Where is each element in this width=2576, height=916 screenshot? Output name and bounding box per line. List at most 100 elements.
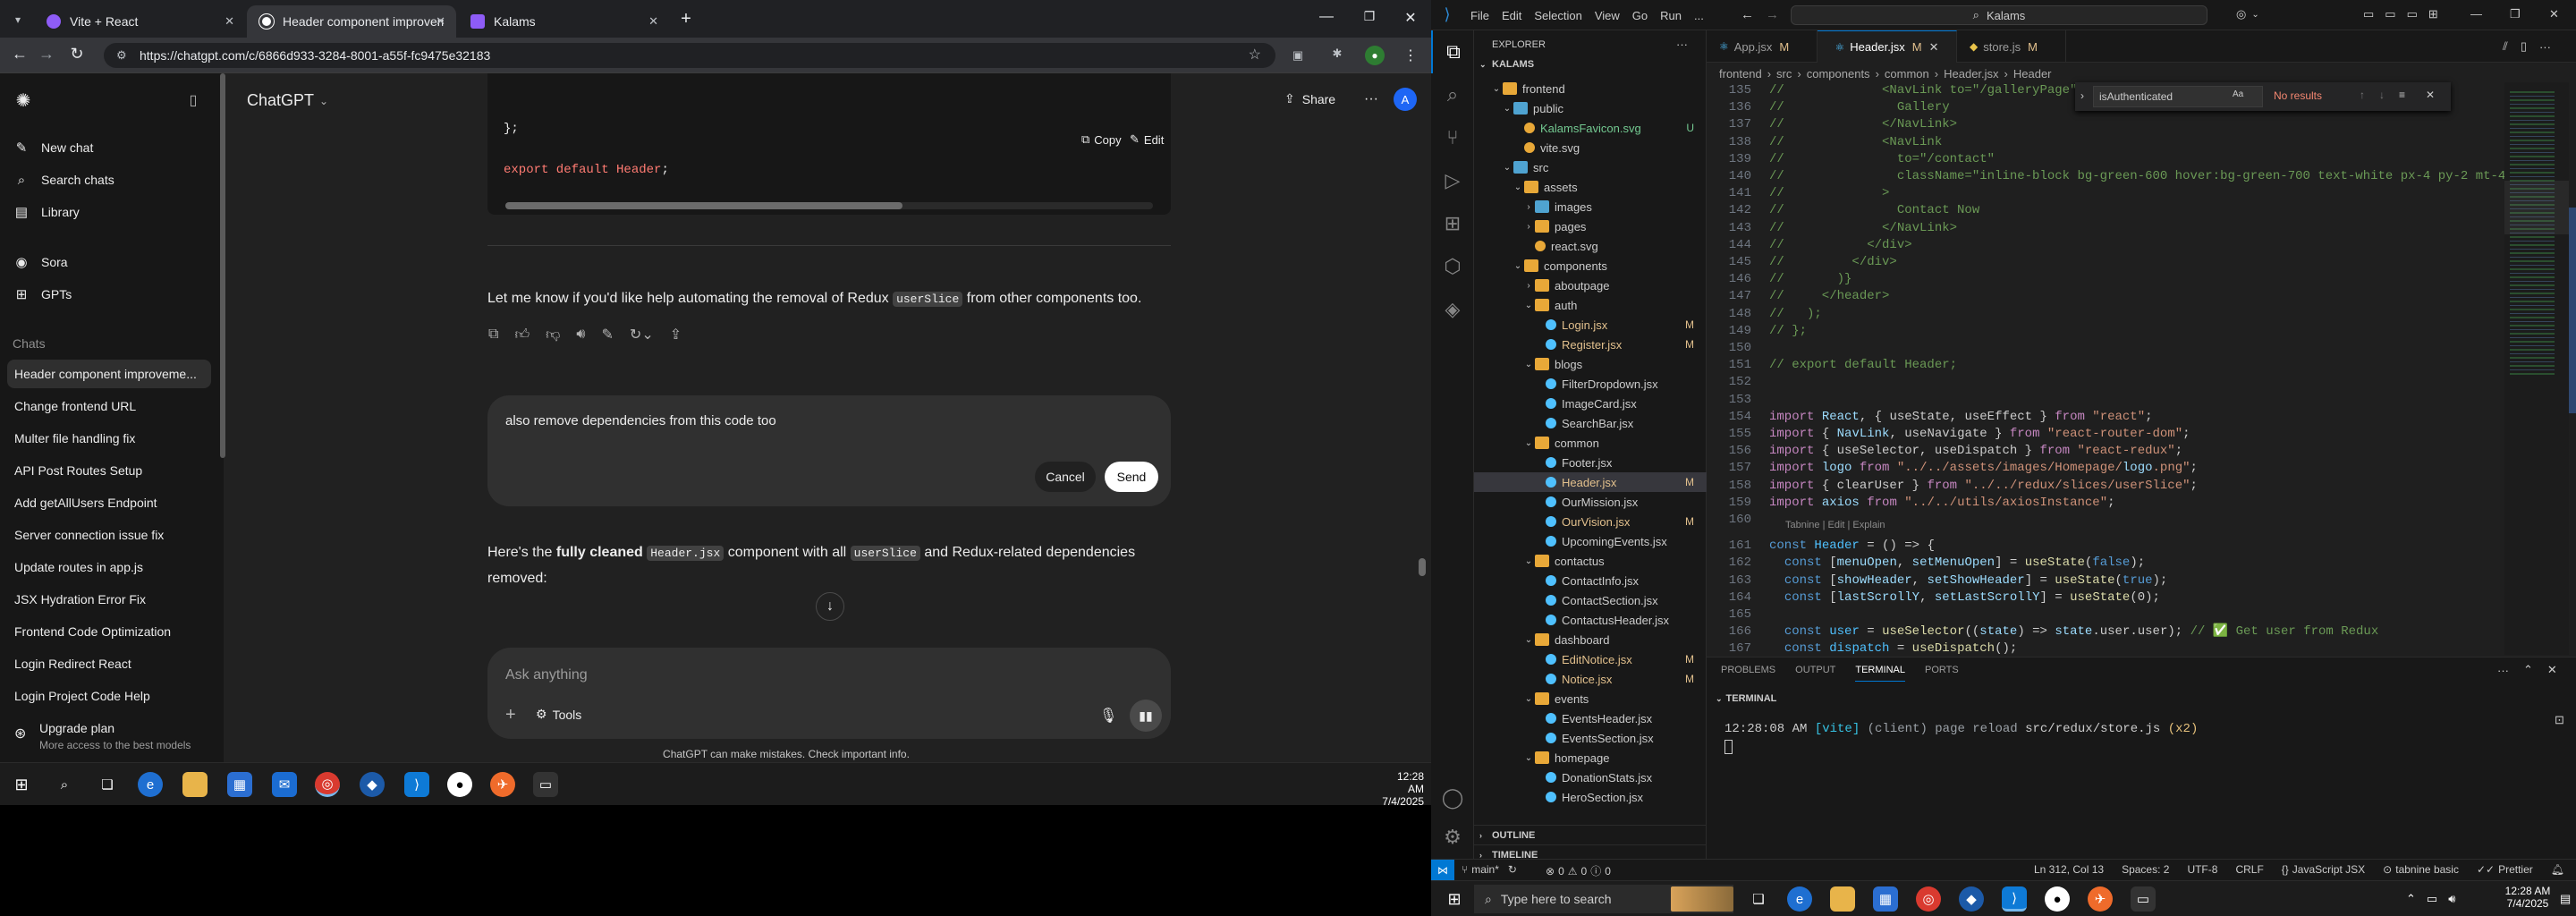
tree-file[interactable]: Login.jsx M <box>1474 315 1707 335</box>
tree-file[interactable]: EventsHeader.jsx <box>1474 708 1707 728</box>
tree-folder[interactable]: › images <box>1474 197 1707 216</box>
layout-custom-icon[interactable]: ⊞ <box>2428 7 2438 21</box>
nav-back-icon[interactable]: ← <box>1741 7 1754 22</box>
chat-history-item[interactable]: Login Redirect React <box>7 649 211 678</box>
more-options-icon[interactable]: ··· <box>1361 91 1381 107</box>
voice-mode-button[interactable]: ▮▮ <box>1130 700 1162 732</box>
tree-folder[interactable]: ⌄ common <box>1474 433 1707 453</box>
chat-history-item[interactable]: Multer file handling fix <box>7 424 211 453</box>
sora-button[interactable]: ◉ Sora <box>13 249 67 276</box>
close-panel-icon[interactable]: ✕ <box>2547 663 2557 677</box>
edit-in-canvas-icon[interactable]: ✎ <box>602 326 614 344</box>
clock-right[interactable]: 12:28 AM 7/4/2025 <box>2501 885 2555 910</box>
tab-vite-react[interactable]: Vite + React ✕ <box>34 5 245 38</box>
thumbs-down-icon[interactable]: 👎︎ <box>546 327 560 344</box>
tree-folder[interactable]: ⌄ homepage <box>1474 748 1707 768</box>
menu-item[interactable]: View <box>1595 9 1620 22</box>
regenerate-icon[interactable]: ↻⌄ <box>630 326 654 344</box>
tree-file[interactable]: OurVision.jsx M <box>1474 512 1707 531</box>
close-tab-icon[interactable]: ✕ <box>648 14 658 29</box>
maximize-panel-icon[interactable]: ⌃ <box>2523 663 2533 677</box>
sidebar-scrollbar[interactable] <box>220 73 225 458</box>
breadcrumb-item[interactable]: frontend <box>1719 67 1762 81</box>
source-control-icon[interactable]: ⑂ <box>1431 116 1474 159</box>
chat-history-item[interactable]: Login Project Code Help <box>7 682 211 710</box>
vpn-icon[interactable]: ◆ <box>1959 886 1984 912</box>
puzzle-icon[interactable]: ✱ <box>1327 47 1347 61</box>
terminal-icon[interactable]: ▭ <box>2131 886 2156 912</box>
close-sidebar-icon[interactable]: ▯ <box>182 89 204 111</box>
tree-file[interactable]: HeroSection.jsx <box>1474 787 1707 807</box>
chat-history-item[interactable]: Add getAllUsers Endpoint <box>7 488 211 517</box>
tabnine-status[interactable]: ⊙ tabnine basic <box>2383 863 2459 876</box>
previous-match-icon[interactable]: ↑ <box>2360 89 2365 101</box>
mongodb-icon[interactable]: ◈ <box>1431 288 1474 331</box>
cancel-button[interactable]: Cancel <box>1035 462 1096 492</box>
library-button[interactable]: ▤ Library <box>13 199 80 225</box>
tabnine-codelens[interactable]: Tabnine | Edit | Explain <box>1785 520 1885 530</box>
github-icon[interactable]: ● <box>2045 886 2070 912</box>
read-aloud-icon[interactable]: 🔊︎ <box>576 327 585 343</box>
send-button[interactable]: Send <box>1105 462 1158 492</box>
task-view-icon[interactable]: ❏ <box>95 772 120 797</box>
postman-icon[interactable]: ✈ <box>2088 886 2113 912</box>
copy-icon[interactable]: ⧉ <box>488 327 498 343</box>
find-in-selection-icon[interactable]: ≡ <box>2399 89 2405 101</box>
breadcrumb-item[interactable]: components <box>1807 67 1870 81</box>
language-mode[interactable]: {} JavaScript JSX <box>2282 863 2365 876</box>
chevron-right-icon[interactable]: › <box>2080 89 2084 102</box>
more-actions-icon[interactable]: ··· <box>2497 664 2509 677</box>
vscode-taskbar-icon[interactable]: ⟩ <box>2002 886 2027 912</box>
terminal-shell-icon[interactable]: ⊡ <box>2555 713 2564 727</box>
tree-file[interactable]: OurMission.jsx <box>1474 492 1707 512</box>
model-selector[interactable]: ChatGPT ⌄ <box>247 91 328 110</box>
tree-folder[interactable]: ⌄ auth <box>1474 295 1707 315</box>
tree-file[interactable]: ImageCard.jsx <box>1474 394 1707 413</box>
tab-search-icon[interactable]: ▾ <box>9 11 27 29</box>
layout-sidebar-icon[interactable]: ▭ <box>2363 7 2374 21</box>
restore-icon[interactable]: ❐ <box>2510 7 2521 21</box>
line-endings[interactable]: CRLF <box>2235 863 2263 876</box>
workspace-root[interactable]: ⌄ KALAMS <box>1479 59 1534 70</box>
address-bar[interactable]: ⚙ https://chatgpt.com/c/6866d933-3284-80… <box>104 43 1275 68</box>
maximize-icon[interactable]: ❐ <box>1360 9 1379 24</box>
edit-code-button[interactable]: ✎ Edit <box>1130 132 1164 147</box>
tree-file[interactable]: vite.svg <box>1474 138 1707 157</box>
tree-folder[interactable]: ⌄ dashboard <box>1474 630 1707 649</box>
copy-button[interactable]: ⧉ Copy <box>1081 132 1122 147</box>
explorer-icon[interactable]: ⧉ <box>1431 30 1474 73</box>
menu-item[interactable]: Selection <box>1534 9 1581 22</box>
windows-start-icon[interactable]: ⊞ <box>9 772 34 797</box>
menu-item[interactable]: ... <box>1694 9 1704 22</box>
command-center[interactable]: ⌕ Kalams <box>1791 5 2207 25</box>
openai-logo-icon[interactable]: ✺ <box>13 89 34 111</box>
panel-tab[interactable]: TERMINAL <box>1855 659 1905 682</box>
chat-history-item[interactable]: Frontend Code Optimization <box>7 617 211 646</box>
vscode-taskbar-icon[interactable]: ⟩ <box>404 772 429 797</box>
settings-gear-icon[interactable]: ⚙ <box>1431 816 1474 859</box>
outline-section[interactable]: › OUTLINE <box>1474 825 1707 844</box>
nav-forward-icon[interactable]: → <box>1766 7 1779 22</box>
scroll-down-icon[interactable]: ↓ <box>816 592 844 621</box>
editor-tab-active[interactable]: ⚛ Header.jsx M ✕ <box>1818 30 1957 63</box>
share-button[interactable]: ⇪ Share <box>1284 91 1335 106</box>
tree-file[interactable]: Register.jsx M <box>1474 335 1707 354</box>
panel-tab[interactable]: OUTPUT <box>1795 659 1835 681</box>
terminal-output[interactable]: 12:28:08 AM [vite] (client) page reload … <box>1724 722 2198 736</box>
notification-center-icon[interactable]: ▤ <box>2560 892 2571 906</box>
extensions-icon[interactable]: ⊞ <box>1431 202 1474 245</box>
back-icon[interactable]: ← <box>9 45 30 64</box>
tree-folder[interactable]: › aboutpage <box>1474 276 1707 295</box>
task-view-icon[interactable]: ❏ <box>1746 886 1771 912</box>
terminal-icon[interactable]: ▭ <box>533 772 558 797</box>
clock-left[interactable]: 12:28 AM 7/4/2025 <box>1379 770 1424 808</box>
chat-history-item[interactable]: Server connection issue fix <box>7 521 211 549</box>
attach-plus-icon[interactable]: + <box>505 705 516 725</box>
github-icon[interactable]: ● <box>447 772 472 797</box>
editor-tab[interactable]: ⚛ App.jsx M <box>1707 30 1818 63</box>
problems-indicator[interactable]: ⊗ 0 ⚠ 0 ⓘ 0 <box>1546 863 1611 878</box>
prettier-status[interactable]: ✓✓ Prettier <box>2477 863 2533 876</box>
volume-icon[interactable]: 🔊︎ <box>2448 892 2455 906</box>
chat-history-item[interactable]: Change frontend URL <box>7 392 211 420</box>
tree-file[interactable]: FilterDropdown.jsx <box>1474 374 1707 394</box>
